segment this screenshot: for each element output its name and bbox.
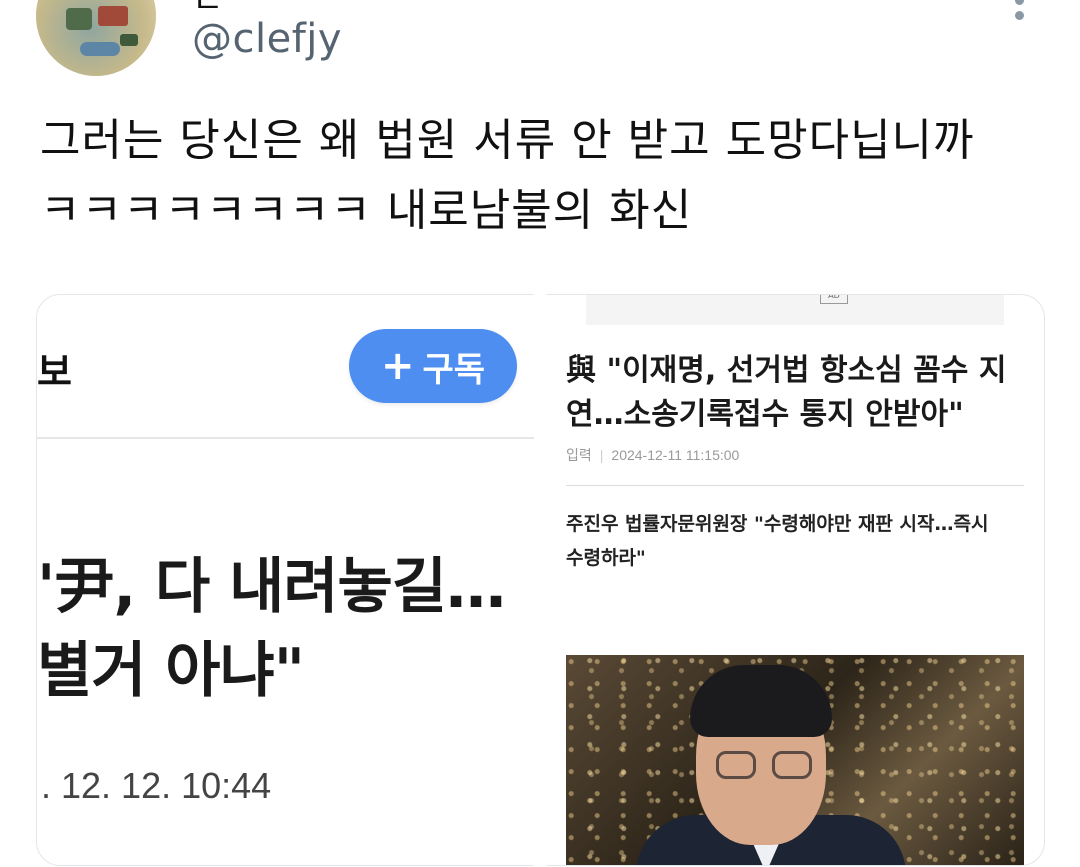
divider [566, 485, 1024, 486]
more-dot [1015, 11, 1024, 20]
avatar[interactable] [36, 0, 156, 76]
news-image-right[interactable]: AD 與 "이재명, 선거법 항소심 꼼수 지 연…소송기록접수 통지 안받아"… [546, 294, 1045, 866]
article-subhead: 주진우 법률자문위원장 "수령해야만 재판 시작…즉시 수령하라" [566, 513, 989, 569]
avatar-detail [120, 34, 138, 46]
tweet-text: 그러는 당신은 왜 법원 서류 안 받고 도망다닙니까 ㅋㅋㅋㅋㅋㅋㅋㅋ 내로남… [40, 115, 975, 236]
plus-icon: + [380, 343, 415, 389]
article-headline: '尹, 다 내려놓길… 별거 아냐" [37, 552, 506, 706]
glasses-lens [772, 751, 812, 779]
meta-label: 입력 [566, 447, 592, 463]
more-vertical-icon[interactable] [1012, 0, 1028, 22]
more-dot [1015, 0, 1024, 5]
photo-glasses [716, 751, 816, 781]
article-meta: 입력 | 2024-12-11 11:15:00 [566, 445, 739, 465]
glasses-lens [716, 751, 756, 779]
news-image-left[interactable]: 보 + 구독 '尹, 다 내려놓길… 별거 아냐" . 12. 12. 10:4… [36, 294, 534, 866]
subscribe-label: 구독 [422, 349, 486, 390]
meta-separator: | [599, 447, 604, 463]
news-photo [566, 655, 1024, 865]
article-headline: 與 "이재명, 선거법 항소심 꼼수 지 연…소송기록접수 통지 안받아" [566, 353, 1007, 432]
avatar-background [36, 0, 156, 76]
avatar-detail [66, 8, 92, 30]
press-name: 보 [37, 350, 72, 394]
user-handle[interactable]: @clefjy [192, 16, 342, 62]
subscribe-button[interactable]: + 구독 [349, 329, 517, 403]
photo-hair [690, 665, 832, 737]
avatar-detail [98, 6, 128, 26]
divider [37, 437, 534, 439]
ad-label: AD [820, 295, 848, 304]
meta-date: 2024-12-11 11:15:00 [611, 447, 740, 463]
ad-banner: AD [586, 295, 1004, 325]
avatar-detail [80, 42, 120, 56]
article-date: . 12. 12. 10:44 [41, 765, 272, 806]
